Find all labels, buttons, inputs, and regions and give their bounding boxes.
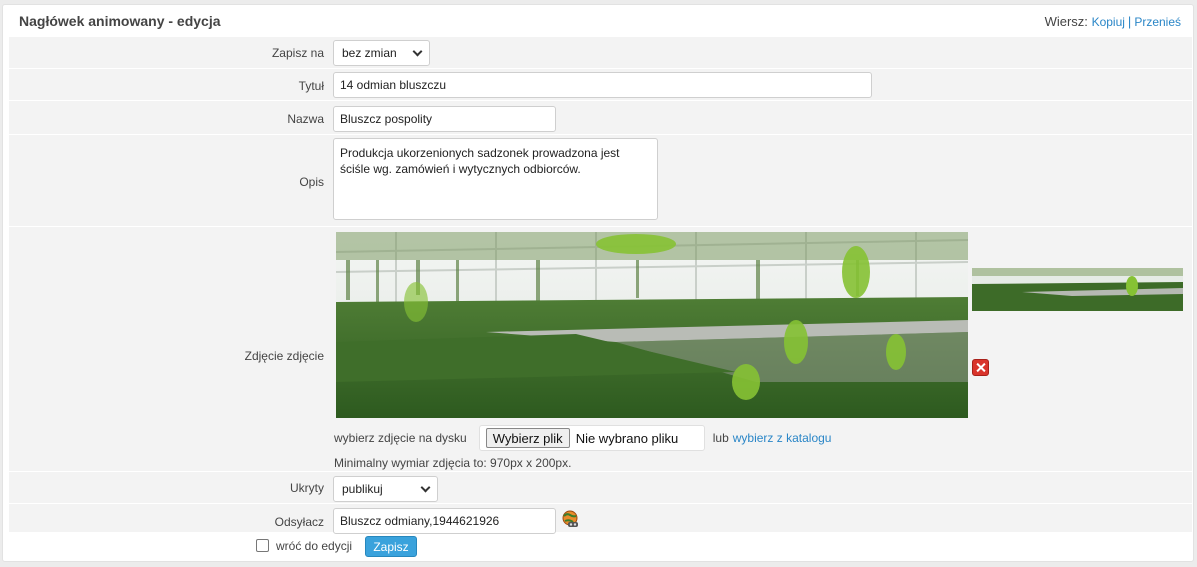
delete-photo-icon[interactable]	[972, 359, 989, 376]
row-save-to: Zapisz na bez zmian	[9, 36, 1192, 68]
photo-thumbnail[interactable]	[972, 268, 1183, 311]
chevron-down-icon	[412, 46, 423, 56]
separator: |	[1127, 14, 1132, 29]
save-button[interactable]: Zapisz	[365, 536, 417, 557]
chevron-down-icon	[420, 482, 431, 492]
title-label: Tytuł	[298, 79, 324, 93]
hidden-label: Ukryty	[290, 481, 324, 495]
return-to-edit-label[interactable]: wróć do edycji	[276, 539, 352, 553]
photo-size-hint: Minimalny wymiar zdjęcia to: 970px x 200…	[334, 456, 572, 470]
hidden-select[interactable]: publikuj	[333, 476, 438, 502]
choose-file-button[interactable]: Wybierz plik	[485, 428, 570, 448]
edit-panel: Nagłówek animowany - edycja Wiersz: Kopi…	[2, 4, 1194, 562]
save-to-select[interactable]: bez zmian	[333, 40, 430, 66]
save-to-value: bez zmian	[342, 46, 397, 60]
row-title: Tytuł	[9, 68, 1192, 100]
description-label: Opis	[299, 175, 324, 189]
row-name: Nazwa	[9, 100, 1192, 134]
file-input[interactable]: Wybierz plik Nie wybrano pliku	[478, 425, 705, 451]
return-to-edit-checkbox[interactable]	[256, 539, 269, 552]
or-label: lub wybierz z katalogu	[712, 431, 832, 445]
hidden-value: publikuj	[342, 482, 383, 496]
name-label: Nazwa	[287, 112, 324, 126]
greenhouse-photo	[336, 232, 968, 418]
row-hidden: Ukryty publikuj	[9, 471, 1192, 503]
page-title: Nagłówek animowany - edycja	[19, 13, 221, 29]
choose-catalog-link[interactable]: wybierz z katalogu	[733, 431, 832, 445]
row-link: Odsyłacz	[9, 503, 1192, 534]
title-input[interactable]	[333, 72, 872, 98]
file-chooser-line: wybierz zdjęcie na dysku Wybierz plik Ni…	[334, 425, 831, 451]
move-link[interactable]: Przenieś	[1134, 15, 1181, 29]
save-to-label: Zapisz na	[271, 46, 324, 60]
row-actions: Wiersz: Kopiuj | Przenieś	[1045, 14, 1181, 29]
name-input[interactable]	[333, 106, 556, 132]
form-footer: wróć do edycji Zapisz	[3, 532, 1193, 562]
link-label: Odsyłacz	[274, 515, 324, 529]
copy-link[interactable]: Kopiuj	[1092, 15, 1125, 29]
globe-link-icon[interactable]	[561, 510, 579, 528]
row-description: Opis Produkcja ukorzenionych sadzonek pr…	[9, 134, 1192, 226]
form-area: Zapisz na bez zmian Tytuł Nazwa Opis Pro…	[9, 36, 1192, 534]
description-textarea[interactable]: Produkcja ukorzenionych sadzonek prowadz…	[333, 138, 658, 220]
row-photo: Zdjęcie zdjęcie wybierz zdjęcie na dysku…	[9, 226, 1192, 471]
photo-label: Zdjęcie zdjęcie	[244, 349, 324, 363]
link-input[interactable]	[333, 508, 556, 534]
file-status: Nie wybrano pliku	[575, 430, 679, 446]
choose-disk-label: wybierz zdjęcie na dysku	[334, 431, 467, 445]
row-label: Wiersz:	[1044, 14, 1088, 29]
panel-header: Nagłówek animowany - edycja Wiersz: Kopi…	[3, 5, 1193, 35]
